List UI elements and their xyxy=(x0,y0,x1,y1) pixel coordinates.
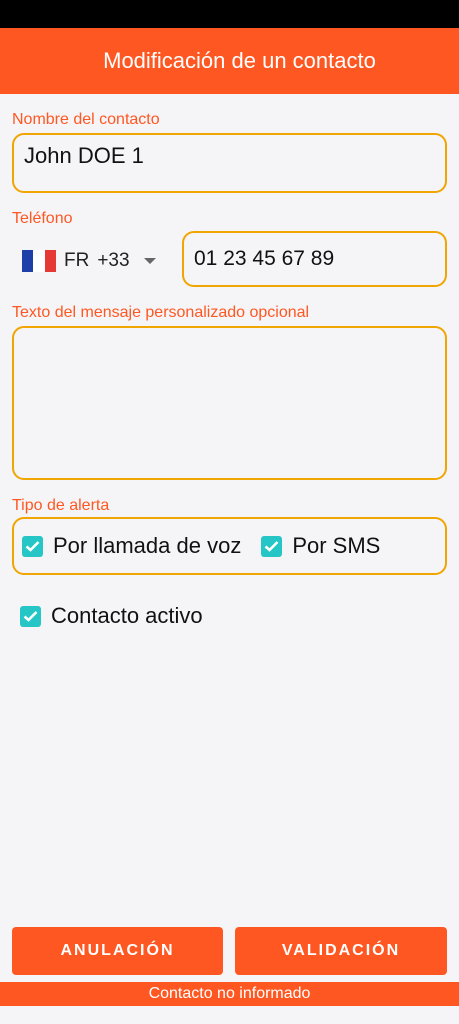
active-contact-label: Contacto activo xyxy=(51,603,203,628)
name-input[interactable] xyxy=(14,135,445,177)
name-field-box xyxy=(12,133,447,193)
dial-code: +33 xyxy=(97,250,130,271)
sms-checkbox[interactable]: Por SMS xyxy=(261,533,380,559)
voice-call-checkbox[interactable]: Por llamada de voz xyxy=(22,533,241,559)
status-footer: Contacto no informado xyxy=(0,982,459,1006)
page-title: Modificación de un contacto xyxy=(103,48,376,73)
message-textarea[interactable] xyxy=(14,328,445,478)
country-code: FR xyxy=(64,250,90,271)
checkbox-checked-icon xyxy=(20,605,41,627)
alert-type-box: Por llamada de voz Por SMS xyxy=(12,517,447,575)
cancel-button[interactable]: ANULACIÓN xyxy=(12,927,223,975)
status-bar xyxy=(0,0,459,28)
message-label: Texto del mensaje personalizado opcional xyxy=(12,304,310,321)
active-contact-checkbox[interactable]: Contacto activo xyxy=(20,603,203,629)
voice-call-label: Por llamada de voz xyxy=(53,533,242,558)
phone-label: Teléfono xyxy=(12,210,73,227)
navigation-bar xyxy=(0,1006,459,1024)
country-selector[interactable]: FR +33 xyxy=(22,246,156,276)
phone-input[interactable] xyxy=(184,233,445,285)
phone-field-box xyxy=(182,231,447,287)
checkbox-checked-icon xyxy=(22,535,43,557)
app-bar: Modificación de un contacto xyxy=(0,28,459,94)
checkbox-checked-icon xyxy=(261,535,283,557)
france-flag-icon xyxy=(22,250,56,272)
validate-button[interactable]: VALIDACIÓN xyxy=(235,927,447,975)
message-field-box xyxy=(12,326,447,480)
dropdown-caret-icon xyxy=(143,258,156,264)
name-label: Nombre del contacto xyxy=(12,111,160,128)
sms-label: Por SMS xyxy=(292,533,381,558)
alert-type-label: Tipo de alerta xyxy=(12,497,110,514)
status-text: Contacto no informado xyxy=(148,985,311,1002)
